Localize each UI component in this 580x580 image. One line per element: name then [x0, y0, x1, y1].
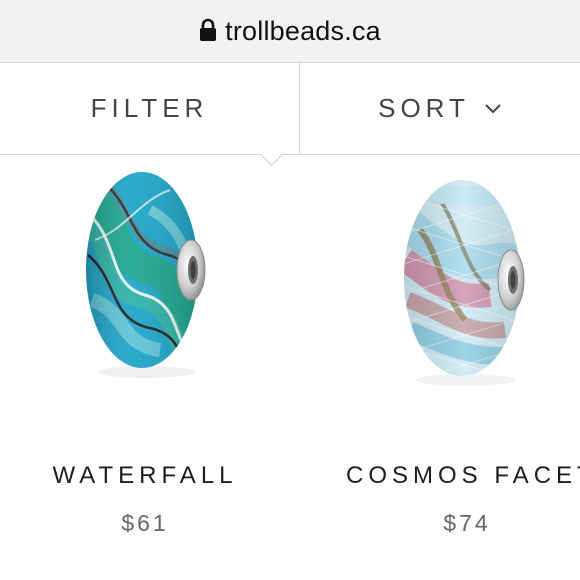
product-card-waterfall[interactable]: WATERFALL $61	[0, 160, 290, 580]
filter-label: FILTER	[90, 93, 209, 123]
product-name[interactable]: WATERFALL	[0, 462, 290, 490]
product-card-cosmos-facet[interactable]: COSMOS FACET $74	[290, 160, 580, 580]
filter-sort-bar: FILTER SORT	[0, 63, 580, 155]
address-bar[interactable]: trollbeads.ca	[0, 0, 580, 63]
url-domain: trollbeads.ca	[225, 15, 381, 46]
product-price: $61	[121, 510, 169, 536]
lock-icon	[200, 18, 217, 41]
cosmos-facet-bead-image	[404, 180, 525, 386]
product-name[interactable]: COSMOS FACET	[346, 462, 580, 490]
sort-label: SORT	[378, 93, 470, 123]
chevron-down-icon	[485, 103, 501, 113]
product-price: $74	[443, 510, 491, 536]
sort-button[interactable]: SORT	[300, 63, 580, 154]
waterfall-bead-image	[86, 172, 206, 378]
filter-button[interactable]: FILTER	[0, 63, 299, 154]
